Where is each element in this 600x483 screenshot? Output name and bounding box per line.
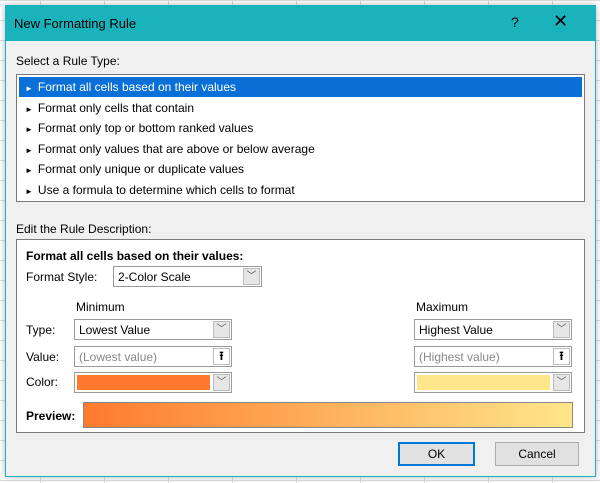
bullet-icon: ► xyxy=(25,104,33,114)
rule-type-item-label: Format only top or bottom ranked values xyxy=(37,121,254,135)
chevron-down-icon[interactable]: ﹀ xyxy=(243,268,260,285)
collapse-dialog-icon[interactable]: ⭱ xyxy=(553,348,570,365)
new-formatting-rule-dialog: New Formatting Rule ? ✕ Select a Rule Ty… xyxy=(5,5,596,477)
edit-description-label: Edit the Rule Description: xyxy=(16,222,152,236)
rule-type-item[interactable]: ► Use a formula to determine which cells … xyxy=(19,180,582,200)
rule-type-item-label: Format all cells based on their values xyxy=(37,80,237,94)
rule-type-list[interactable]: ► Format all cells based on their values ►… xyxy=(16,74,585,202)
maximum-type-select[interactable]: Highest Value ﹀ xyxy=(414,319,572,340)
rule-type-item[interactable]: ► Format only values that are above or be… xyxy=(19,139,582,159)
type-label: Type: xyxy=(26,323,56,337)
bullet-icon: ► xyxy=(25,145,33,155)
rule-type-item-label: Format only cells that contain xyxy=(37,100,194,115)
rule-type-item[interactable]: ► Format only cells that contain xyxy=(19,98,582,118)
maximum-value-placeholder: (Highest value) xyxy=(419,350,500,364)
dialog-title: New Formatting Rule xyxy=(14,16,137,31)
minimum-type-select[interactable]: Lowest Value ﹀ xyxy=(74,319,232,340)
collapse-dialog-icon[interactable]: ⭱ xyxy=(213,348,230,365)
bullet-icon: ► xyxy=(25,166,33,175)
format-style-value: 2-Color Scale xyxy=(118,270,191,284)
rule-type-item-label: Format only unique or duplicate values xyxy=(37,162,245,176)
rule-type-item-label: Use a formula to determine which cells t… xyxy=(37,182,295,197)
minimum-value-input[interactable]: (Lowest value) ⭱ xyxy=(74,346,232,367)
maximum-label: Maximum xyxy=(416,300,469,314)
chevron-down-icon[interactable]: ﹀ xyxy=(553,374,570,391)
minimum-color-swatch xyxy=(77,375,210,390)
color-label: Color: xyxy=(26,375,59,389)
rule-description-panel: Format all cells based on their values: … xyxy=(16,239,585,433)
rule-type-item[interactable]: ► Format only unique or duplicate values xyxy=(19,159,582,179)
minimum-value-placeholder: (Lowest value) xyxy=(79,350,158,364)
minimum-type-value: Lowest Value xyxy=(79,323,151,337)
description-heading: Format all cells based on their values: xyxy=(26,249,244,263)
help-button[interactable]: ? xyxy=(511,14,519,30)
ok-button[interactable]: OK xyxy=(398,442,475,466)
cancel-button[interactable]: Cancel xyxy=(495,442,579,466)
minimum-color-picker[interactable]: ﹀ xyxy=(74,372,232,393)
preview-gradient xyxy=(83,402,573,428)
bullet-icon: ► xyxy=(25,186,33,196)
chevron-down-icon[interactable]: ﹀ xyxy=(553,321,570,338)
maximum-color-picker[interactable]: ﹀ xyxy=(414,372,572,393)
maximum-color-swatch xyxy=(417,375,550,390)
rule-type-item[interactable]: ► Format all cells based on their values xyxy=(19,77,582,97)
rule-type-item-label: Format only values that are above or bel… xyxy=(37,141,315,156)
value-label: Value: xyxy=(26,350,60,364)
close-icon[interactable]: ✕ xyxy=(553,11,568,32)
chevron-down-icon[interactable]: ﹀ xyxy=(213,374,230,391)
chevron-down-icon[interactable]: ﹀ xyxy=(213,321,230,338)
rule-type-label: Select a Rule Type: xyxy=(16,54,120,68)
minimum-label: Minimum xyxy=(76,300,125,314)
preview-label: Preview: xyxy=(26,409,76,423)
maximum-value-input[interactable]: (Highest value) ⭱ xyxy=(414,346,572,367)
bullet-icon: ► xyxy=(25,84,33,93)
title-bar[interactable]: New Formatting Rule ? ✕ xyxy=(6,6,595,41)
format-style-label: Format Style: xyxy=(26,270,98,284)
bullet-icon: ► xyxy=(25,125,33,134)
maximum-type-value: Highest Value xyxy=(419,323,493,337)
rule-type-item[interactable]: ► Format only top or bottom ranked values xyxy=(19,118,582,138)
format-style-select[interactable]: 2-Color Scale ﹀ xyxy=(113,266,262,287)
